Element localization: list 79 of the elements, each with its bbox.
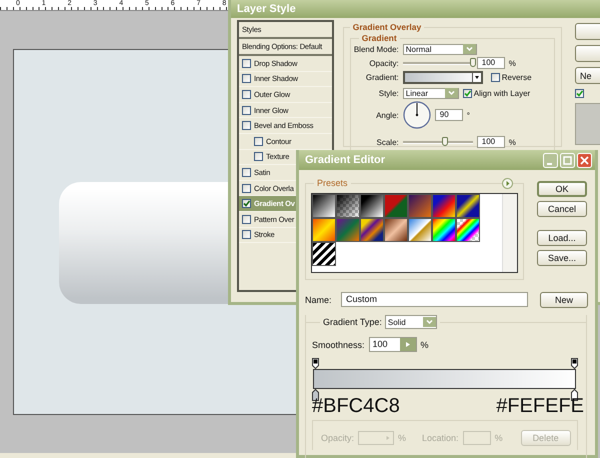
slider-thumb[interactable] [442,137,448,146]
checkbox[interactable] [242,214,251,224]
chevron-down-icon [422,317,436,327]
gradient-preset[interactable] [456,194,480,218]
smoothness-field[interactable]: 100 [368,337,417,352]
close-icon[interactable] [577,152,592,168]
new-style-button[interactable]: Ne [575,67,600,84]
field-label: Scale: [376,138,399,146]
color-code-label: #FEFEFE [496,396,584,416]
scale-field[interactable]: 100 [476,136,505,148]
group-title: Presets [314,178,351,188]
chevron-down-icon [462,44,476,54]
angle-field[interactable]: 90 [434,109,463,121]
color-code-label: #BFC4C8 [312,396,400,416]
gradient-preset[interactable] [360,218,384,242]
opacity-stop-icon[interactable] [312,358,319,369]
checkbox[interactable] [242,90,251,99]
field-label: Opacity: [368,58,399,68]
unit-label: % [494,432,503,442]
field-label: Gradient Type: [323,317,382,327]
opacity-slider[interactable] [402,58,473,68]
field-label: Gradient: [364,72,399,82]
new-button[interactable]: New [540,292,588,308]
unit-label: % [398,432,406,442]
scale-slider[interactable] [402,137,473,147]
angle-dial[interactable] [402,101,431,129]
group-title: Gradient [358,33,400,43]
field-label: Blend Mode: [352,44,399,54]
gradient-preset[interactable] [432,218,456,242]
checkbox[interactable] [254,152,263,162]
gradient-preset[interactable] [336,194,360,218]
field-label: Smoothness: [312,340,365,350]
style-dropdown[interactable]: Linear [402,88,459,98]
checkbox-label: Reverse [502,72,532,82]
checkbox[interactable] [242,184,251,193]
gradient-preset[interactable] [408,218,432,242]
field-label: Location: [422,432,459,442]
window-title: Layer Style [231,0,600,18]
dialog-button[interactable]: Load... [537,230,587,246]
unit-label: ° [466,110,470,120]
gradient-preset[interactable] [312,242,336,266]
opacity-stop-icon[interactable] [571,358,578,369]
dialog-button[interactable]: Save... [537,250,587,266]
caret-icon [472,72,481,82]
chevron-down-icon [444,88,458,98]
unit-label: % [508,138,516,146]
checkbox[interactable] [242,74,251,84]
preview-checkbox[interactable] [575,89,584,98]
field-label: Opacity: [321,432,354,442]
dialog-button[interactable]: OK [537,181,587,197]
gradient-preset[interactable] [456,218,480,242]
field-label: Style: [378,88,399,98]
opacity-field[interactable] [358,430,394,444]
name-field[interactable]: Custom [341,292,528,307]
location-field[interactable] [462,430,491,444]
checkbox[interactable] [242,106,251,115]
blend-mode-dropdown[interactable]: Normal [402,44,477,54]
field-label: Angle: [375,110,399,120]
slider-thumb[interactable] [470,58,476,67]
scrollbar[interactable] [502,194,517,272]
unit-label: % [508,58,516,68]
checkbox[interactable] [242,199,251,208]
checkbox[interactable] [242,230,251,240]
gradient-preset[interactable] [312,194,336,218]
gradient-swatch[interactable] [402,70,483,84]
checkbox[interactable] [242,58,251,68]
gradient-preset[interactable] [360,194,384,218]
checkbox[interactable] [254,136,263,146]
gradient-type-dropdown[interactable]: Solid [384,315,437,329]
group-title: Gradient Overlay [350,22,424,32]
checkbox[interactable] [242,121,251,130]
dialog-button[interactable]: Cancel [537,201,587,217]
checkbox[interactable] [490,72,500,82]
checkbox[interactable] [462,88,472,98]
checkbox[interactable] [242,168,251,177]
unit-label: % [420,340,429,350]
checkbox-label: Align with Layer [474,88,530,98]
opacity-field[interactable]: 100 [476,57,505,69]
field-label: Name: [305,294,333,304]
